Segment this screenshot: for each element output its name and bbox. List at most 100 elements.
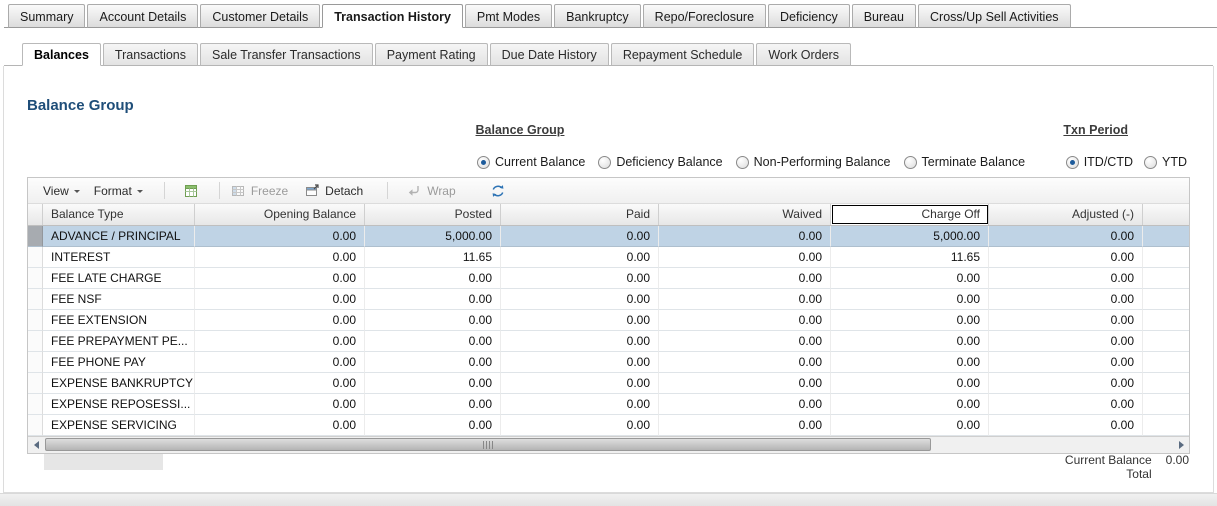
cell[interactable]: 0.00 [501, 289, 659, 310]
view-menu-button[interactable]: View [36, 181, 87, 201]
cell[interactable]: 0.00 [989, 331, 1143, 352]
table-row[interactable]: INTEREST 0.00 11.65 0.00 0.00 11.65 0.00 [28, 247, 1189, 268]
cell[interactable]: 11.65 [365, 247, 501, 268]
row-selector-cell[interactable] [28, 394, 43, 415]
cell[interactable]: 0.00 [365, 394, 501, 415]
cell[interactable]: 0.00 [989, 352, 1143, 373]
cell[interactable]: 0.00 [501, 226, 659, 247]
cell[interactable]: 0.00 [659, 373, 831, 394]
column-header-charge-off[interactable]: Charge Off [831, 204, 989, 225]
column-header-posted[interactable]: Posted [365, 204, 501, 225]
row-selector-cell[interactable] [28, 268, 43, 289]
cell[interactable]: 0.00 [831, 289, 989, 310]
scrollbar-track[interactable] [44, 437, 1173, 453]
refresh-button[interactable] [486, 181, 510, 201]
tab-account-details[interactable]: Account Details [87, 4, 199, 28]
freeze-button[interactable]: Freeze [226, 181, 292, 201]
cell[interactable]: 0.00 [989, 394, 1143, 415]
cell[interactable]: 5,000.00 [365, 226, 501, 247]
cell[interactable]: 0.00 [501, 352, 659, 373]
cell[interactable]: 0.00 [365, 373, 501, 394]
cell[interactable]: 0.00 [659, 289, 831, 310]
cell[interactable]: 0.00 [195, 289, 365, 310]
tab-transaction-history[interactable]: Transaction History [322, 4, 463, 28]
row-selector-cell[interactable] [28, 226, 43, 247]
cell[interactable]: 0.00 [659, 352, 831, 373]
cell[interactable]: 0.00 [659, 331, 831, 352]
radio-ytd[interactable]: YTD [1144, 155, 1187, 169]
subtab-sale-transfer-transactions[interactable]: Sale Transfer Transactions [200, 43, 373, 66]
table-row[interactable]: EXPENSE SERVICING 0.00 0.00 0.00 0.00 0.00 0.0… [28, 415, 1189, 436]
cell[interactable]: 0.00 [501, 310, 659, 331]
cell[interactable]: 0.00 [831, 310, 989, 331]
export-button[interactable] [179, 181, 203, 201]
row-selector-cell[interactable] [28, 289, 43, 310]
cell[interactable]: 11.65 [831, 247, 989, 268]
column-header-adjusted[interactable]: Adjusted (-) [989, 204, 1143, 225]
table-row[interactable]: ADVANCE / PRINCIPAL 0.00 5,000.00 0.00 0.00 5… [28, 226, 1189, 247]
cell[interactable]: EXPENSE REPOSESSI... [43, 394, 195, 415]
cell[interactable]: 0.00 [365, 268, 501, 289]
subtab-balances[interactable]: Balances [22, 43, 101, 66]
cell[interactable]: 0.00 [501, 268, 659, 289]
subtab-repayment-schedule[interactable]: Repayment Schedule [610, 43, 755, 66]
detach-button[interactable]: Detach [300, 181, 367, 201]
cell[interactable]: 0.00 [659, 310, 831, 331]
cell[interactable]: FEE PREPAYMENT PE... [43, 331, 195, 352]
cell[interactable]: 0.00 [365, 310, 501, 331]
cell[interactable]: FEE EXTENSION [43, 310, 195, 331]
subtab-work-orders[interactable]: Work Orders [756, 43, 851, 66]
tab-summary[interactable]: Summary [8, 4, 86, 28]
row-selector-cell[interactable] [28, 310, 43, 331]
row-selector-cell[interactable] [28, 352, 43, 373]
row-selector-cell[interactable] [28, 247, 43, 268]
wrap-button[interactable]: Wrap [402, 181, 459, 201]
tab-bureau[interactable]: Bureau [851, 4, 917, 28]
tab-cross-up-sell-activities[interactable]: Cross/Up Sell Activities [918, 4, 1071, 28]
cell[interactable]: 0.00 [989, 226, 1143, 247]
cell[interactable]: FEE LATE CHARGE [43, 268, 195, 289]
row-selector-cell[interactable] [28, 373, 43, 394]
cell[interactable]: 0.00 [831, 352, 989, 373]
radio-non-performing-balance[interactable]: Non-Performing Balance [735, 155, 891, 169]
cell[interactable]: 0.00 [195, 226, 365, 247]
cell[interactable]: 0.00 [989, 289, 1143, 310]
cell[interactable]: FEE NSF [43, 289, 195, 310]
cell[interactable]: 0.00 [195, 352, 365, 373]
cell[interactable]: 0.00 [195, 394, 365, 415]
table-row[interactable]: EXPENSE BANKRUPTCY 0.00 0.00 0.00 0.00 0.00 0.… [28, 373, 1189, 394]
tab-pmt-modes[interactable]: Pmt Modes [464, 4, 553, 28]
cell[interactable]: 0.00 [659, 247, 831, 268]
cell[interactable]: EXPENSE SERVICING [43, 415, 195, 436]
column-header-opening-balance[interactable]: Opening Balance [195, 204, 365, 225]
cell[interactable]: 0.00 [989, 310, 1143, 331]
cell[interactable]: 0.00 [365, 415, 501, 436]
cell[interactable]: 0.00 [365, 289, 501, 310]
cell[interactable]: 0.00 [195, 310, 365, 331]
subtab-transactions[interactable]: Transactions [102, 43, 198, 66]
cell[interactable]: 0.00 [501, 415, 659, 436]
cell[interactable]: 0.00 [195, 268, 365, 289]
cell[interactable]: 0.00 [365, 331, 501, 352]
cell[interactable]: 0.00 [989, 373, 1143, 394]
table-row[interactable]: EXPENSE REPOSESSI... 0.00 0.00 0.00 0.00 0.00… [28, 394, 1189, 415]
cell[interactable]: 0.00 [989, 415, 1143, 436]
cell[interactable]: 0.00 [501, 331, 659, 352]
cell[interactable]: 0.00 [195, 373, 365, 394]
radio-current-balance[interactable]: Current Balance [477, 155, 585, 169]
cell[interactable]: 0.00 [195, 415, 365, 436]
cell[interactable]: 0.00 [831, 268, 989, 289]
column-header-balance-type[interactable]: Balance Type [43, 204, 195, 225]
cell[interactable]: 0.00 [501, 394, 659, 415]
column-header-paid[interactable]: Paid [501, 204, 659, 225]
cell[interactable]: ADVANCE / PRINCIPAL [43, 226, 195, 247]
radio-itd-ctd[interactable]: ITD/CTD [1065, 155, 1133, 169]
cell[interactable]: EXPENSE BANKRUPTCY [43, 373, 195, 394]
cell[interactable]: 0.00 [659, 268, 831, 289]
tab-repo-foreclosure[interactable]: Repo/Foreclosure [642, 4, 767, 28]
cell[interactable]: 0.00 [659, 394, 831, 415]
row-selector-cell[interactable] [28, 415, 43, 436]
cell[interactable]: 0.00 [831, 373, 989, 394]
cell[interactable]: 0.00 [831, 331, 989, 352]
table-row[interactable]: FEE NSF 0.00 0.00 0.00 0.00 0.00 0.00 [28, 289, 1189, 310]
